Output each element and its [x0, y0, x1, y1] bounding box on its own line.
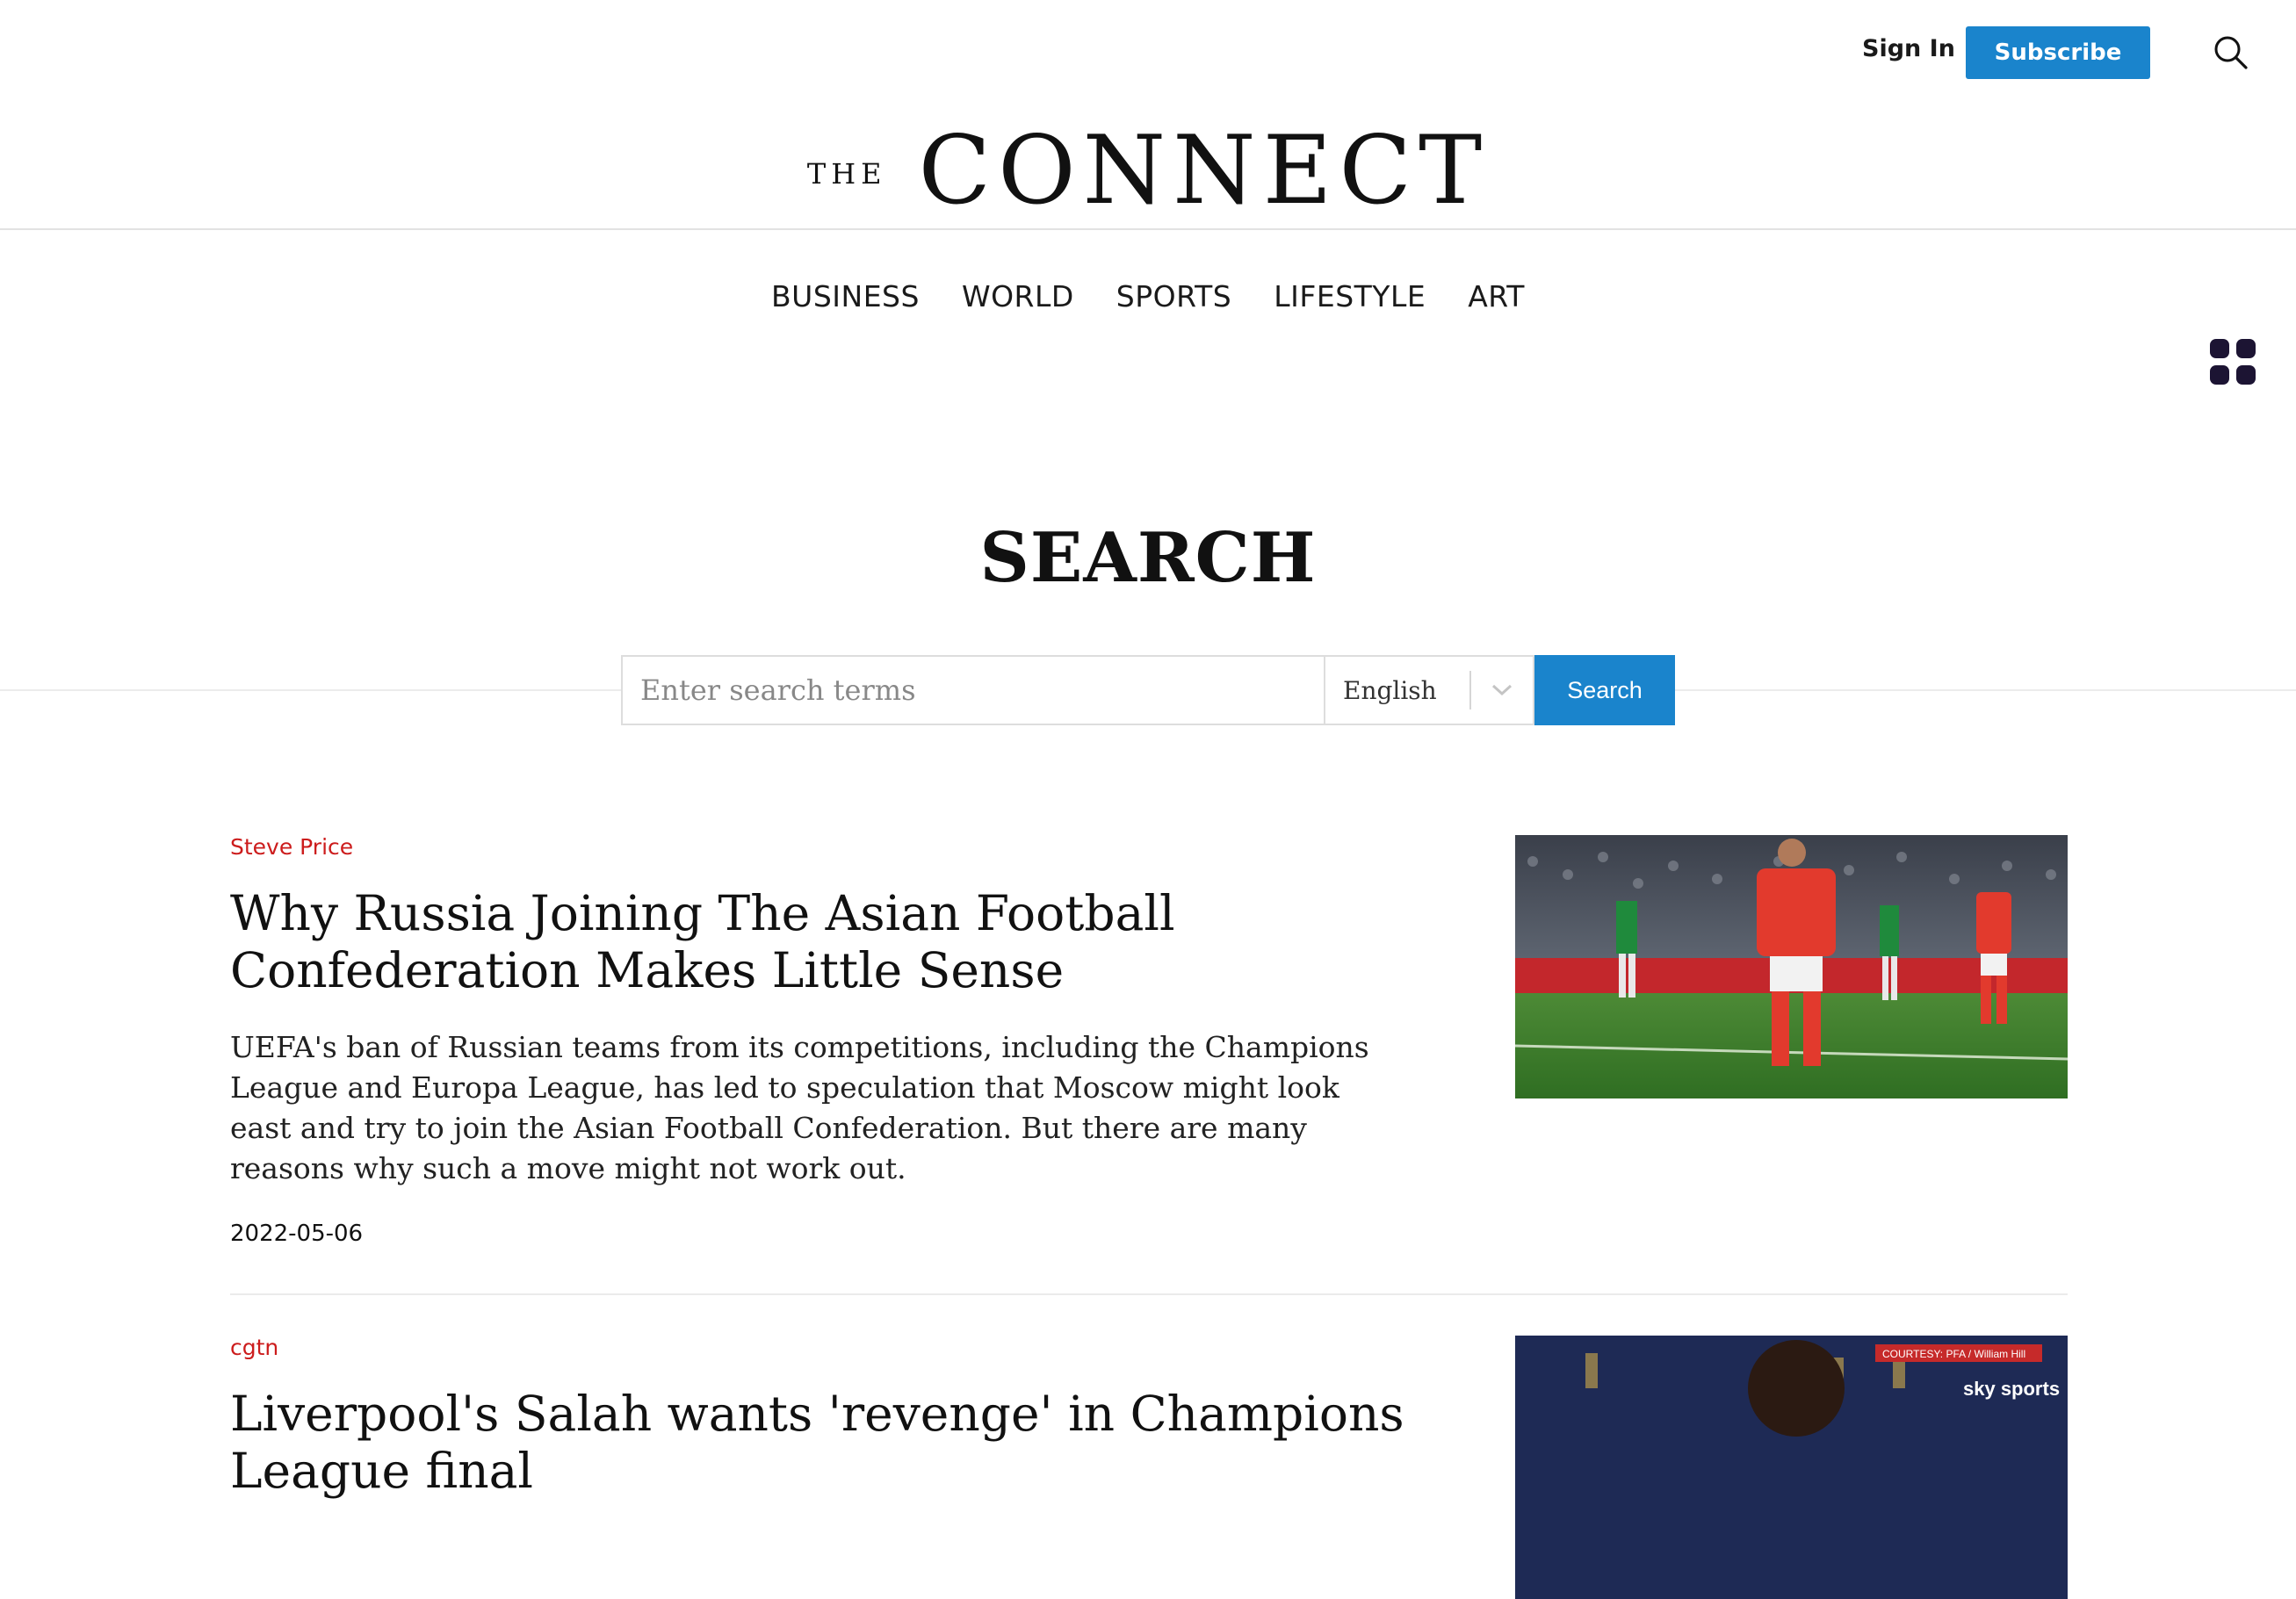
search-icon[interactable] [2212, 33, 2250, 72]
sign-in-link[interactable]: Sign In [1862, 35, 1955, 62]
search-input[interactable] [621, 655, 1324, 725]
nav-item-art[interactable]: ART [1468, 279, 1525, 313]
language-select[interactable]: English [1324, 655, 1534, 725]
main-nav: BUSINESS WORLD SPORTS LIFESTYLE ART [0, 279, 2296, 313]
chevron-down-icon [1471, 655, 1533, 725]
image-brand: sky sports [1963, 1378, 2060, 1400]
image-caption: COURTESY: PFA / William Hill [1882, 1348, 2025, 1360]
result-summary: UEFA's ban of Russian teams from its com… [230, 1030, 1369, 1185]
search-result: cgtn Liverpool's Salah wants 'revenge' i… [230, 1335, 2068, 1599]
search-form: English Search [621, 655, 1675, 725]
result-title[interactable]: Why Russia Joining The Asian Football Co… [230, 885, 1407, 999]
logo-name: CONNECT [918, 116, 1490, 226]
language-select-value: English [1343, 675, 1437, 705]
nav-item-lifestyle[interactable]: LIFESTYLE [1274, 279, 1426, 313]
page-title: SEARCH [979, 518, 1317, 598]
result-date: 2022-05-06 [230, 1221, 364, 1247]
result-divider [230, 1293, 2068, 1295]
nav-item-sports[interactable]: SPORTS [1116, 279, 1231, 313]
result-author[interactable]: cgtn [230, 1335, 278, 1360]
nav-item-world[interactable]: WORLD [962, 279, 1074, 313]
result-title[interactable]: Liverpool's Salah wants 'revenge' in Cha… [230, 1386, 1407, 1500]
top-bar: Sign In Subscribe [0, 0, 2296, 105]
search-result: Steve Price Why Russia Joining The Asian… [230, 834, 2068, 1295]
grid-menu-icon[interactable] [2210, 339, 2256, 385]
result-author[interactable]: Steve Price [230, 834, 353, 860]
search-button[interactable]: Search [1534, 655, 1675, 725]
nav-item-business[interactable]: BUSINESS [771, 279, 920, 313]
logo-the: THE [806, 157, 887, 191]
result-thumbnail[interactable]: COURTESY: PFA / William Hill sky sports [1515, 1336, 2068, 1599]
header-divider [0, 228, 2296, 230]
result-thumbnail[interactable] [1515, 835, 2068, 1098]
subscribe-button[interactable]: Subscribe [1966, 26, 2150, 79]
site-logo[interactable]: THE CONNECT [0, 114, 2296, 228]
